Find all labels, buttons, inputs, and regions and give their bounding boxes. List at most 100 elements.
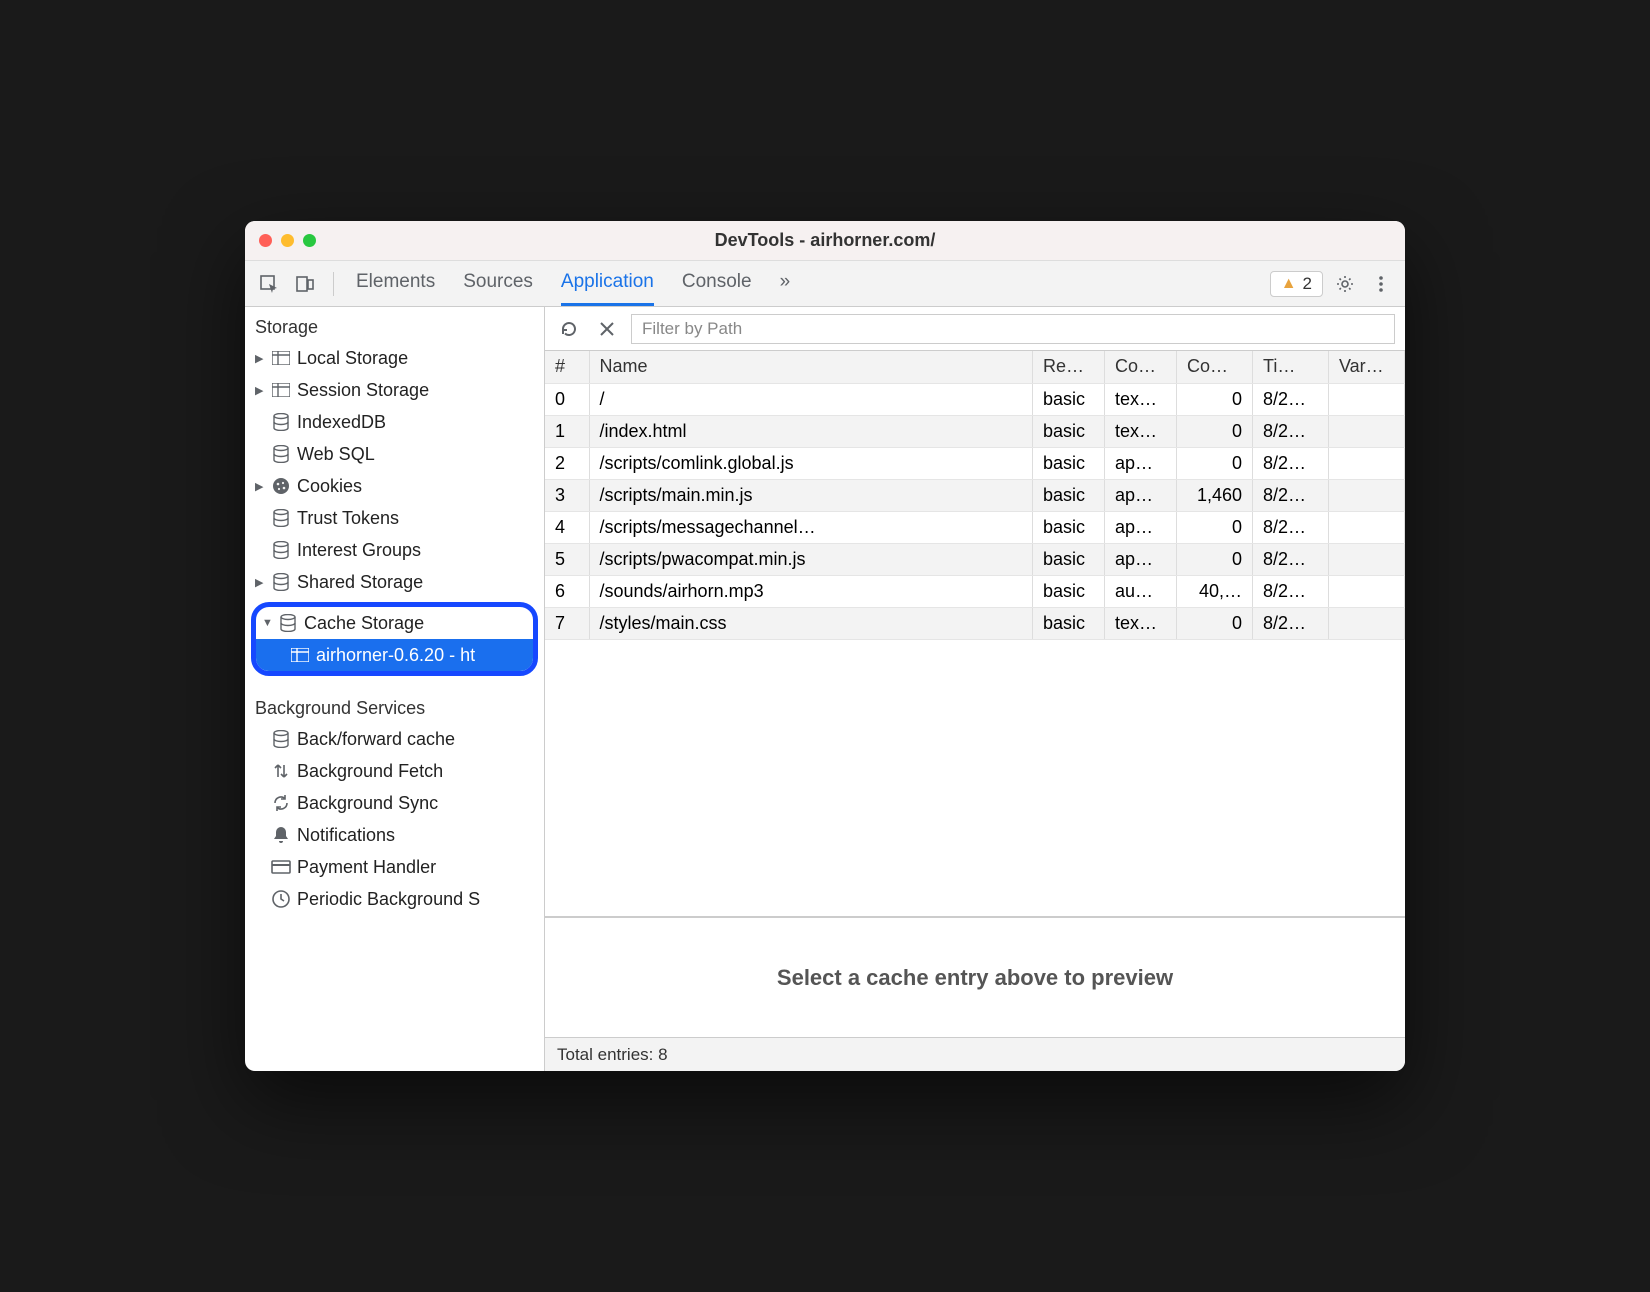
table-row[interactable]: 0/basictex…08/2… [545,383,1405,415]
col-content-type[interactable]: Co… [1105,351,1177,383]
cell-response: basic [1033,383,1105,415]
traffic-lights [245,234,316,247]
col-vary[interactable]: Var… [1329,351,1405,383]
table-icon [290,648,310,662]
cell-response: basic [1033,447,1105,479]
cell-content-type: tex… [1105,415,1177,447]
cell-content-length: 0 [1177,543,1253,575]
sidebar-heading-background: Background Services [245,694,544,723]
sidebar-item-trust-tokens[interactable]: Trust Tokens [245,502,544,534]
cell-vary [1329,575,1405,607]
main-area: Storage ▶ Local Storage ▶ Session Storag… [245,307,1405,1071]
sidebar-item-bg-fetch[interactable]: Background Fetch [245,755,544,787]
cell-content-length: 40,… [1177,575,1253,607]
table-icon [271,383,291,397]
cell-time: 8/2… [1253,383,1329,415]
tab-more[interactable]: » [780,261,791,306]
cell-vary [1329,447,1405,479]
inspect-element-icon[interactable] [255,270,283,298]
table-row[interactable]: 1/index.htmlbasictex…08/2… [545,415,1405,447]
sidebar-item-shared-storage[interactable]: ▶ Shared Storage [245,566,544,598]
content-toolbar [545,307,1405,351]
panel-tabs: Elements Sources Application Console » [356,261,790,306]
cell-idx: 7 [545,607,589,639]
sidebar-item-notifications[interactable]: Notifications [245,819,544,851]
window-title: DevTools - airhorner.com/ [245,230,1405,251]
caret-icon: ▶ [255,480,265,493]
tab-console[interactable]: Console [682,261,752,306]
cell-name: /scripts/comlink.global.js [589,447,1033,479]
col-index[interactable]: # [545,351,589,383]
table-icon [271,351,291,365]
device-toolbar-icon[interactable] [291,270,319,298]
sidebar-item-label: Interest Groups [297,540,421,561]
sidebar-item-cache-storage[interactable]: ▼ Cache Storage [256,607,533,639]
cell-idx: 4 [545,511,589,543]
col-time[interactable]: Ti… [1253,351,1329,383]
devtools-window: DevTools - airhorner.com/ Elements Sourc… [245,221,1405,1071]
cell-content-length: 0 [1177,447,1253,479]
clear-icon[interactable] [593,315,621,343]
issues-badge[interactable]: ▲ 2 [1270,271,1323,297]
cell-time: 8/2… [1253,543,1329,575]
close-window-button[interactable] [259,234,272,247]
table-row[interactable]: 7/styles/main.cssbasictex…08/2… [545,607,1405,639]
cell-content-length: 0 [1177,415,1253,447]
sidebar-item-label: Back/forward cache [297,729,455,750]
cell-vary [1329,415,1405,447]
cell-idx: 0 [545,383,589,415]
sidebar-item-bg-sync[interactable]: Background Sync [245,787,544,819]
sidebar-item-cache-entry[interactable]: airhorner-0.6.20 - ht [256,639,533,671]
preview-empty-text: Select a cache entry above to preview [777,965,1173,991]
arrows-icon [271,762,291,780]
database-icon [271,445,291,463]
cell-vary [1329,607,1405,639]
caret-down-icon: ▼ [262,617,272,629]
table-row[interactable]: 6/sounds/airhorn.mp3basicau…40,…8/2… [545,575,1405,607]
col-name[interactable]: Name [589,351,1033,383]
filter-input[interactable] [631,314,1395,344]
tab-sources[interactable]: Sources [463,261,533,306]
sidebar-item-session-storage[interactable]: ▶ Session Storage [245,374,544,406]
cell-content-length: 0 [1177,383,1253,415]
cell-response: basic [1033,575,1105,607]
zoom-window-button[interactable] [303,234,316,247]
database-icon [271,413,291,431]
minimize-window-button[interactable] [281,234,294,247]
col-content-length[interactable]: Co… [1177,351,1253,383]
issues-count: 2 [1303,274,1312,294]
table-row[interactable]: 4/scripts/messagechannel…basicap…08/2… [545,511,1405,543]
cell-name: / [589,383,1033,415]
warning-icon: ▲ [1281,275,1297,293]
cell-content-length: 0 [1177,607,1253,639]
tab-elements[interactable]: Elements [356,261,435,306]
cell-response: basic [1033,543,1105,575]
cell-name: /styles/main.css [589,607,1033,639]
sidebar-item-label: Cache Storage [304,613,424,634]
database-icon [271,730,291,748]
table-row[interactable]: 5/scripts/pwacompat.min.jsbasicap…08/2… [545,543,1405,575]
sidebar-item-bfcache[interactable]: Back/forward cache [245,723,544,755]
preview-pane: Select a cache entry above to preview [545,917,1405,1037]
database-icon [271,509,291,527]
cell-content-type: tex… [1105,607,1177,639]
tab-application[interactable]: Application [561,261,654,306]
cell-idx: 3 [545,479,589,511]
sidebar-item-periodic-sync[interactable]: Periodic Background S [245,883,544,915]
caret-icon: ▶ [255,384,265,397]
cell-content-length: 1,460 [1177,479,1253,511]
sidebar-item-payment-handler[interactable]: Payment Handler [245,851,544,883]
table-row[interactable]: 3/scripts/main.min.jsbasicap…1,4608/2… [545,479,1405,511]
more-menu-icon[interactable] [1367,270,1395,298]
table-row[interactable]: 2/scripts/comlink.global.jsbasicap…08/2… [545,447,1405,479]
sidebar-item-indexeddb[interactable]: IndexedDB [245,406,544,438]
sidebar-item-label: Cookies [297,476,362,497]
sidebar-item-cookies[interactable]: ▶ Cookies [245,470,544,502]
caret-icon: ▶ [255,352,265,365]
sidebar-item-interest-groups[interactable]: Interest Groups [245,534,544,566]
sidebar-item-websql[interactable]: Web SQL [245,438,544,470]
sidebar-item-local-storage[interactable]: ▶ Local Storage [245,342,544,374]
col-response[interactable]: Re… [1033,351,1105,383]
settings-icon[interactable] [1331,270,1359,298]
refresh-icon[interactable] [555,315,583,343]
